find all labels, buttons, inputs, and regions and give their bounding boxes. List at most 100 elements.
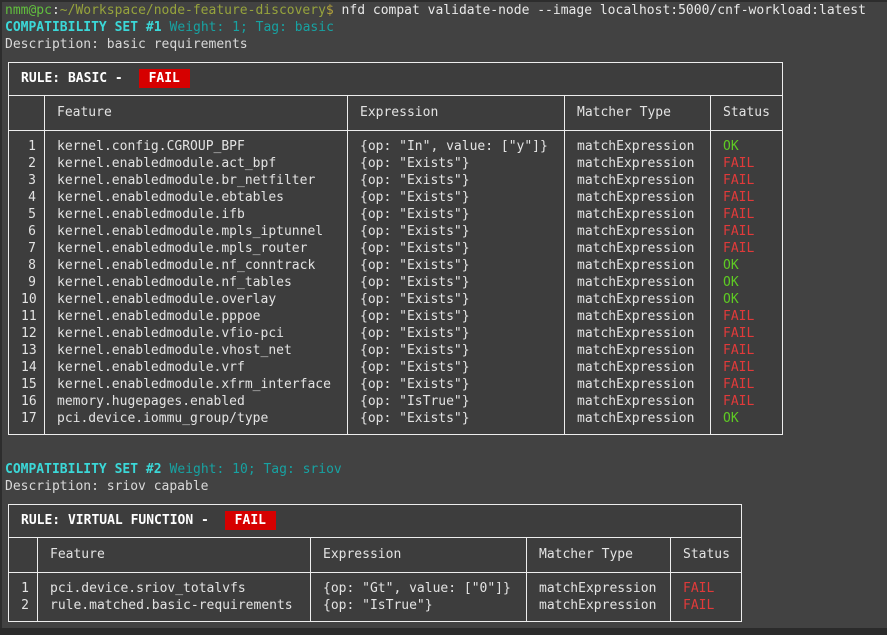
prompt-user-host: nmm@pc bbox=[5, 3, 52, 18]
feature-cell: pci.device.iommu_group/type bbox=[45, 410, 348, 435]
row-index-cell: 9 bbox=[9, 274, 45, 291]
column-header-matcher-type: Matcher Type bbox=[527, 538, 671, 573]
feature-cell: kernel.enabledmodule.overlay bbox=[45, 291, 348, 308]
terminal-window: { "terminal": { "prompt_user_host": "nmm… bbox=[0, 0, 887, 635]
table-row: 2kernel.enabledmodule.act_bpf{op: "Exist… bbox=[9, 155, 783, 172]
column-header-feature: Feature bbox=[45, 96, 348, 131]
expression-cell: {op: "Exists"} bbox=[348, 359, 565, 376]
table-row: 14kernel.enabledmodule.vrf{op: "Exists"}… bbox=[9, 359, 783, 376]
row-index-cell: 3 bbox=[9, 172, 45, 189]
expression-cell: {op: "Exists"} bbox=[348, 308, 565, 325]
status-cell: FAIL bbox=[711, 172, 783, 189]
expression-cell: {op: "In", value: ["y"]} bbox=[348, 131, 565, 156]
status-cell: FAIL bbox=[711, 308, 783, 325]
status-cell: FAIL bbox=[711, 393, 783, 410]
matcher-type-cell: matchExpression bbox=[565, 189, 711, 206]
status-cell: FAIL bbox=[711, 206, 783, 223]
set1-meta: Weight: 1; Tag: basic bbox=[170, 20, 334, 35]
table-row: 9kernel.enabledmodule.nf_tables{op: "Exi… bbox=[9, 274, 783, 291]
row-index-cell: 17 bbox=[9, 410, 45, 435]
matcher-type-cell: matchExpression bbox=[565, 206, 711, 223]
row-index-cell: 7 bbox=[9, 240, 45, 257]
rule-table-basic: RULE: BASIC - FAIL Feature Expression Ma… bbox=[8, 62, 783, 435]
prompt-symbol: $ bbox=[326, 3, 334, 18]
status-cell: FAIL bbox=[671, 597, 742, 622]
table-row: 7kernel.enabledmodule.mpls_router{op: "E… bbox=[9, 240, 783, 257]
rule-table-virtual-function: RULE: VIRTUAL FUNCTION - FAIL Feature Ex… bbox=[8, 504, 742, 622]
rule-title: RULE: BASIC - FAIL bbox=[9, 63, 783, 96]
status-cell: FAIL bbox=[711, 223, 783, 240]
window-edge-left bbox=[0, 0, 2, 635]
feature-cell: kernel.enabledmodule.vfio-pci bbox=[45, 325, 348, 342]
status-cell: FAIL bbox=[711, 155, 783, 172]
expression-cell: {op: "Exists"} bbox=[348, 410, 565, 435]
status-cell: FAIL bbox=[711, 342, 783, 359]
status-cell: FAIL bbox=[711, 376, 783, 393]
rule-status-badge: FAIL bbox=[225, 511, 276, 530]
table-row: 1pci.device.sriov_totalvfs{op: "Gt", val… bbox=[9, 573, 742, 598]
row-index-cell: 2 bbox=[9, 155, 45, 172]
expression-cell: {op: "Exists"} bbox=[348, 155, 565, 172]
column-header-feature: Feature bbox=[38, 538, 311, 573]
matcher-type-cell: matchExpression bbox=[565, 155, 711, 172]
set1-description: Description: basic requirements bbox=[5, 36, 248, 53]
row-index-cell: 6 bbox=[9, 223, 45, 240]
feature-cell: rule.matched.basic-requirements bbox=[38, 597, 311, 622]
prompt-path: ~/Workspace/node-feature-discovery bbox=[60, 3, 326, 18]
rule-table-virtual-function-body: 1pci.device.sriov_totalvfs{op: "Gt", val… bbox=[9, 573, 742, 622]
table-row: 2rule.matched.basic-requirements{op: "Is… bbox=[9, 597, 742, 622]
matcher-type-cell: matchExpression bbox=[527, 573, 671, 598]
feature-cell: kernel.enabledmodule.nf_tables bbox=[45, 274, 348, 291]
row-index-cell: 2 bbox=[9, 597, 38, 622]
table-row: 5kernel.enabledmodule.ifb{op: "Exists"}m… bbox=[9, 206, 783, 223]
expression-cell: {op: "Exists"} bbox=[348, 189, 565, 206]
row-index-cell: 1 bbox=[9, 131, 45, 156]
row-index-cell: 4 bbox=[9, 189, 45, 206]
table-row: 17pci.device.iommu_group/type{op: "Exist… bbox=[9, 410, 783, 435]
set2-meta: Weight: 10; Tag: sriov bbox=[170, 462, 342, 477]
matcher-type-cell: matchExpression bbox=[565, 274, 711, 291]
matcher-type-cell: matchExpression bbox=[565, 291, 711, 308]
matcher-type-cell: matchExpression bbox=[527, 597, 671, 622]
table-row: 3kernel.enabledmodule.br_netfilter{op: "… bbox=[9, 172, 783, 189]
window-edge-bottom bbox=[0, 628, 887, 635]
matcher-type-cell: matchExpression bbox=[565, 257, 711, 274]
expression-cell: {op: "Exists"} bbox=[348, 257, 565, 274]
expression-cell: {op: "Exists"} bbox=[348, 223, 565, 240]
rule-header-row: RULE: BASIC - FAIL bbox=[9, 63, 783, 96]
rule-status-badge: FAIL bbox=[139, 69, 190, 88]
row-index-cell: 11 bbox=[9, 308, 45, 325]
table-row: 1kernel.config.CGROUP_BPF{op: "In", valu… bbox=[9, 131, 783, 156]
row-index-cell: 14 bbox=[9, 359, 45, 376]
feature-cell: kernel.enabledmodule.vrf bbox=[45, 359, 348, 376]
row-index-cell: 16 bbox=[9, 393, 45, 410]
feature-cell: kernel.enabledmodule.mpls_router bbox=[45, 240, 348, 257]
matcher-type-cell: matchExpression bbox=[565, 410, 711, 435]
row-index-cell: 13 bbox=[9, 342, 45, 359]
set2-description: Description: sriov capable bbox=[5, 478, 209, 495]
column-header-status: Status bbox=[671, 538, 742, 573]
rule-header-row: RULE: VIRTUAL FUNCTION - FAIL bbox=[9, 505, 742, 538]
expression-cell: {op: "Exists"} bbox=[348, 274, 565, 291]
prompt-line: nmm@pc:~/Workspace/node-feature-discover… bbox=[5, 2, 866, 19]
rule-label: RULE: VIRTUAL FUNCTION - bbox=[21, 513, 217, 528]
column-header-status: Status bbox=[711, 96, 783, 131]
row-index-cell: 5 bbox=[9, 206, 45, 223]
column-header-matcher-type: Matcher Type bbox=[565, 96, 711, 131]
matcher-type-cell: matchExpression bbox=[565, 131, 711, 156]
matcher-type-cell: matchExpression bbox=[565, 240, 711, 257]
status-cell: OK bbox=[711, 410, 783, 435]
column-header-expression: Expression bbox=[348, 96, 565, 131]
table-row: 6kernel.enabledmodule.mpls_iptunnel{op: … bbox=[9, 223, 783, 240]
table-row: 15kernel.enabledmodule.xfrm_interface{op… bbox=[9, 376, 783, 393]
row-index-cell: 8 bbox=[9, 257, 45, 274]
expression-cell: {op: "Exists"} bbox=[348, 240, 565, 257]
status-cell: OK bbox=[711, 291, 783, 308]
column-header-index bbox=[9, 96, 45, 131]
feature-cell: kernel.config.CGROUP_BPF bbox=[45, 131, 348, 156]
matcher-type-cell: matchExpression bbox=[565, 325, 711, 342]
matcher-type-cell: matchExpression bbox=[565, 359, 711, 376]
feature-cell: kernel.enabledmodule.act_bpf bbox=[45, 155, 348, 172]
feature-cell: kernel.enabledmodule.xfrm_interface bbox=[45, 376, 348, 393]
feature-cell: kernel.enabledmodule.nf_conntrack bbox=[45, 257, 348, 274]
